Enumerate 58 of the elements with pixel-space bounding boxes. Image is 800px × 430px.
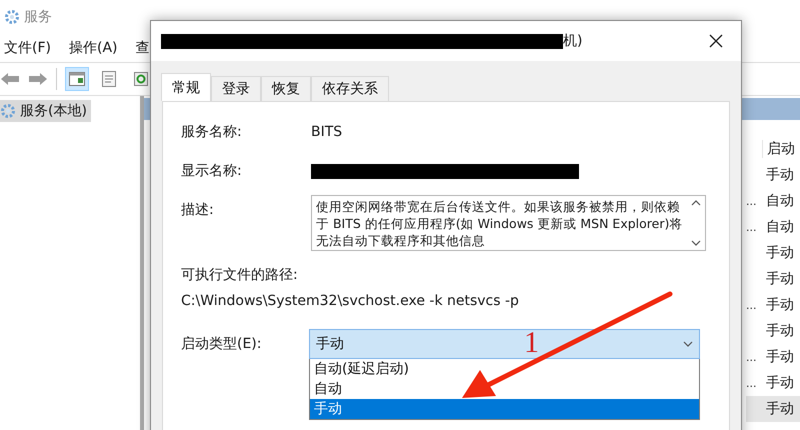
- table-cell: 自动: [766, 192, 794, 210]
- annotation-number: 1: [524, 326, 539, 360]
- table-cell: 手动: [766, 348, 794, 366]
- service-row[interactable]: ... 手动: [746, 344, 800, 370]
- field-label: 显示名称:: [181, 162, 243, 180]
- tab[interactable]: 登录: [211, 76, 261, 101]
- service-row[interactable]: 手动: [746, 396, 800, 422]
- close-icon: [709, 34, 723, 48]
- table-cell: 手动: [766, 322, 794, 340]
- service-row[interactable]: ... 自动: [746, 188, 800, 214]
- table-cell: 自动: [766, 218, 794, 236]
- menu-item[interactable]: 查: [136, 39, 150, 57]
- field-label: 描述:: [181, 201, 215, 219]
- dialog-title: 机): [563, 32, 582, 50]
- service-row[interactable]: 手动: [746, 162, 800, 188]
- table-cell: ...: [746, 350, 756, 364]
- console-view-button[interactable]: [65, 67, 89, 91]
- service-row[interactable]: ... 手动: [746, 370, 800, 396]
- field-label: 启动类型(E):: [181, 335, 262, 353]
- menu-item[interactable]: 操作(A): [68, 39, 118, 57]
- tree-item[interactable]: 服务(本地): [0, 100, 91, 122]
- service-row[interactable]: 手动: [746, 266, 800, 292]
- gears-icon: [4, 9, 20, 25]
- field-label: 服务名称:: [181, 123, 243, 141]
- gears-icon: [0, 103, 16, 119]
- tab[interactable]: 恢复: [261, 76, 311, 101]
- dropdown-option[interactable]: 手动: [310, 399, 699, 419]
- scroll-down-icon[interactable]: [691, 240, 701, 246]
- service-row[interactable]: 手动: [746, 318, 800, 344]
- document-icon: [102, 71, 116, 87]
- table-cell: ...: [746, 376, 756, 390]
- table-cell: 手动: [766, 244, 794, 262]
- table-cell: ...: [746, 220, 756, 234]
- scroll-up-icon[interactable]: [691, 200, 701, 206]
- menu-item[interactable]: 文件(F): [4, 39, 51, 57]
- path-value: C:\Windows\System32\svchost.exe -k netsvcs -p: [181, 293, 519, 309]
- description-box[interactable]: 使用空闲网络带宽在后台传送文件。如果该服务被禁用，则依赖于 BITS 的任何应用程序(如 Windows 更新或 MSN Explorer)将无法自动下载程序和其他信息: [311, 195, 706, 251]
- table-cell: 手动: [766, 166, 794, 184]
- table-cell: 手动: [766, 374, 794, 392]
- service-row[interactable]: ... 手动: [746, 292, 800, 318]
- back-arrow-icon[interactable]: [0, 72, 20, 86]
- table-cell: 手动: [766, 296, 794, 314]
- service-row[interactable]: ... 自动: [746, 214, 800, 240]
- tab[interactable]: 常规: [161, 73, 211, 101]
- window-icon: [69, 72, 85, 86]
- field-value: BITS: [311, 124, 342, 140]
- service-row[interactable]: 手动: [746, 240, 800, 266]
- table-cell: 手动: [766, 400, 794, 418]
- table-cell: 手动: [766, 270, 794, 288]
- window-title: 服务: [24, 8, 52, 26]
- chevron-down-icon[interactable]: [683, 341, 693, 347]
- tab[interactable]: 依存关系: [311, 76, 389, 101]
- table-cell: ...: [746, 194, 756, 208]
- refresh-icon: [134, 72, 148, 86]
- column-header[interactable]: 启动: [762, 140, 795, 158]
- forward-arrow-icon[interactable]: [28, 72, 48, 86]
- table-cell: ...: [746, 298, 756, 312]
- field-label: 可执行文件的路径:: [181, 266, 298, 284]
